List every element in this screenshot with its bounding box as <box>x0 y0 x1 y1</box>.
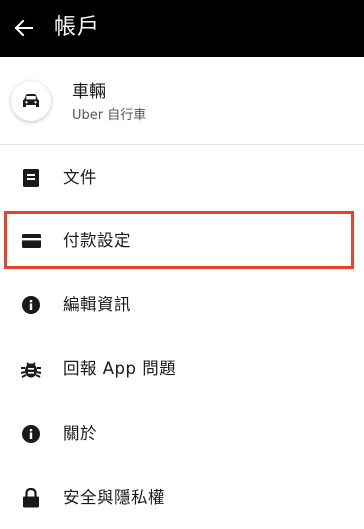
info-icon <box>22 296 40 314</box>
menu-item-security-privacy[interactable]: 安全與隱私權 <box>0 470 364 526</box>
divider <box>0 144 364 145</box>
menu-item-label: 關於 <box>63 424 97 443</box>
car-icon <box>23 94 39 107</box>
back-button[interactable] <box>8 12 40 44</box>
app-header: 帳戶 <box>0 0 364 57</box>
vehicle-row[interactable]: 車輛 Uber 自行車 <box>0 57 364 144</box>
arrow-left-icon <box>15 20 33 36</box>
menu-item-label: 安全與隱私權 <box>63 488 165 507</box>
menu-item-label: 文件 <box>63 168 97 187</box>
vehicle-title: 車輛 <box>72 82 106 102</box>
menu-item-label: 回報 App 問題 <box>63 359 177 378</box>
menu-item-documents[interactable]: 文件 <box>0 150 364 206</box>
menu-item-about[interactable]: 關於 <box>0 406 364 462</box>
lock-icon <box>23 488 39 508</box>
menu-item-label: 編輯資訊 <box>63 295 131 314</box>
menu-item-payment-settings[interactable]: 付款設定 <box>0 213 364 269</box>
menu-item-label: 付款設定 <box>63 231 131 250</box>
info-icon <box>22 425 40 443</box>
menu-item-edit-info[interactable]: 編輯資訊 <box>0 277 364 333</box>
bug-icon <box>20 362 42 378</box>
credit-card-icon <box>21 234 41 248</box>
page-title: 帳戶 <box>54 15 101 40</box>
vehicle-avatar <box>11 81 51 121</box>
document-icon <box>23 169 39 187</box>
menu-item-report-issue[interactable]: 回報 App 問題 <box>0 341 364 397</box>
vehicle-subtitle: Uber 自行車 <box>72 108 147 123</box>
